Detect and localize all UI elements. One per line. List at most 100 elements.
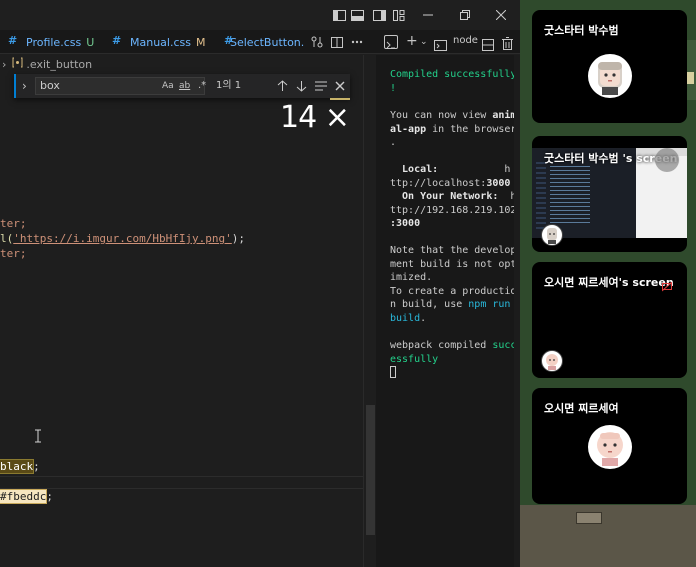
terminal-line: ttp://192.168.219.102 [390,204,517,216]
terminal-cursor [390,366,396,380]
terminal-line: al-app in the browser [390,123,516,137]
cursor-block [390,366,396,378]
terminal-line: essfully [390,353,439,365]
zoom-overlay: 14 × [280,100,350,135]
code-editor[interactable]: ter; l('https://i.imgur.com/HbHfIjy.png'… [0,73,363,567]
find-match-highlight: black [0,459,35,474]
terminal-text: webpack compiled [390,340,493,351]
new-terminal-icon[interactable]: + [406,33,418,49]
restore-icon[interactable] [450,0,480,30]
terminal-panel[interactable]: Compiled successfully ! You can now view… [376,55,520,567]
minimize-icon[interactable] [413,0,443,30]
avatar [541,350,563,372]
screen-share-off-icon [661,277,673,292]
tab-label: Profile.css [26,35,82,49]
terminal-text: build [390,312,421,324]
breadcrumb-symbol[interactable]: .exit_button [26,58,92,71]
tab-status: U [86,35,95,49]
terminal-text: On Your Network: [390,191,499,202]
participant-tile[interactable]: 오시면 찌르세여 [532,388,687,504]
terminal-line: webpack compiled succ [390,339,516,353]
participant-tile[interactable]: 굿스타터 박수범 [532,10,687,123]
terminal-name[interactable]: node [453,35,478,46]
avatar [541,224,563,246]
find-in-selection-icon[interactable] [313,78,329,94]
terminal-text: Local: [390,164,439,175]
tab-status: M [195,35,206,49]
next-match-icon[interactable] [293,78,309,94]
color-value-highlight: #fbeddc [0,489,48,504]
terminal-text: h [438,164,511,175]
tab-profile-css[interactable]: Profile.css U [8,30,100,54]
more-actions-icon[interactable] [346,30,368,54]
code-line: black; [0,459,40,474]
title-bar [0,0,520,30]
game-sign [686,72,694,84]
code-line: #fbeddc; [0,489,53,504]
screen-share-tile[interactable]: 오시면 찌르세여's screen [532,262,687,378]
split-terminal-icon[interactable] [482,36,494,51]
participant-name: 굿스타터 박수범 [544,24,619,37]
toggle-replace-icon[interactable]: › [22,78,27,94]
css-selector-icon [12,57,24,71]
use-regex-toggle[interactable]: .* [198,78,206,94]
line-divider [0,488,363,489]
terminal-text: npm run [468,299,511,310]
close-find-icon[interactable] [332,78,348,94]
code-string: 'https://i.imgur.com/HbHfIjy.png' [13,232,232,245]
preview-code [550,166,590,226]
terminal-line: ttp://localhost:3000 [390,177,510,191]
avatar [588,54,632,98]
terminal-text: n build, use [390,299,469,310]
split-editor-icon[interactable] [326,30,348,54]
code-token: ter; [0,217,27,230]
customize-layout-icon[interactable] [384,0,414,30]
terminal-text: in the browser [426,123,517,135]
terminal-line: To create a productio [390,285,517,297]
terminal-line: ! [390,82,397,94]
code-token: l( [0,232,14,245]
scrollbar-thumb[interactable] [366,405,375,535]
tile-menu-icon[interactable] [655,148,679,172]
screen-share-tile[interactable]: 굿스타터 박수범 's screen [532,136,687,252]
breadcrumb[interactable]: › .exit_button [0,55,363,73]
terminal-shell-icon [434,36,447,51]
code-line: ter; [0,216,27,231]
code-line: l('https://i.imgur.com/HbHfIjy.png'); [0,231,245,246]
video-call-panel: 굿스타터 박수범 굿스타터 박수범 's screen 오시면 찌르세여's s… [520,0,696,567]
css-file-icon [8,34,20,47]
preview-code [536,162,546,232]
terminal-line: Compiled successfully [390,69,517,80]
match-whole-word-toggle[interactable]: ab [179,78,190,94]
terminal-text: You can now view [390,110,493,121]
code-token: ter; [0,247,27,260]
compare-changes-icon[interactable] [306,30,328,54]
code-line: ter; [0,246,27,261]
css-file-icon [112,34,124,47]
code-token: ; [33,460,40,473]
game-furniture [576,512,602,524]
tab-label: SelectButton.c [230,35,304,49]
participant-name: 오시면 찌르세여 [544,402,619,415]
terminal-line: Note that the develop [390,245,517,256]
line-divider [0,476,363,477]
close-window-icon[interactable] [486,0,516,30]
code-token: ; [46,490,53,503]
terminal-text: ttp://localhost: [390,177,487,189]
tab-selectbutton[interactable]: SelectButton.c [224,30,304,54]
tab-manual-css[interactable]: Manual.css M [112,30,216,54]
previous-match-icon[interactable] [274,78,290,94]
avatar [588,425,632,469]
terminal-toolbar: + ⌄ node [376,30,520,54]
terminal-text: succ [492,340,517,351]
editor-scrollbar[interactable] [363,55,376,567]
match-case-toggle[interactable]: Aa [162,78,174,94]
terminal-line: On Your Network: h [390,190,516,204]
tab-label: Manual.css [130,35,191,49]
chevron-down-icon[interactable]: ⌄ [420,34,428,50]
terminal-line: . [390,137,397,148]
terminal-line: You can now view anim [390,109,516,123]
code-token: ); [231,232,246,245]
trash-icon[interactable] [502,35,514,50]
terminal-icon[interactable] [384,35,398,49]
